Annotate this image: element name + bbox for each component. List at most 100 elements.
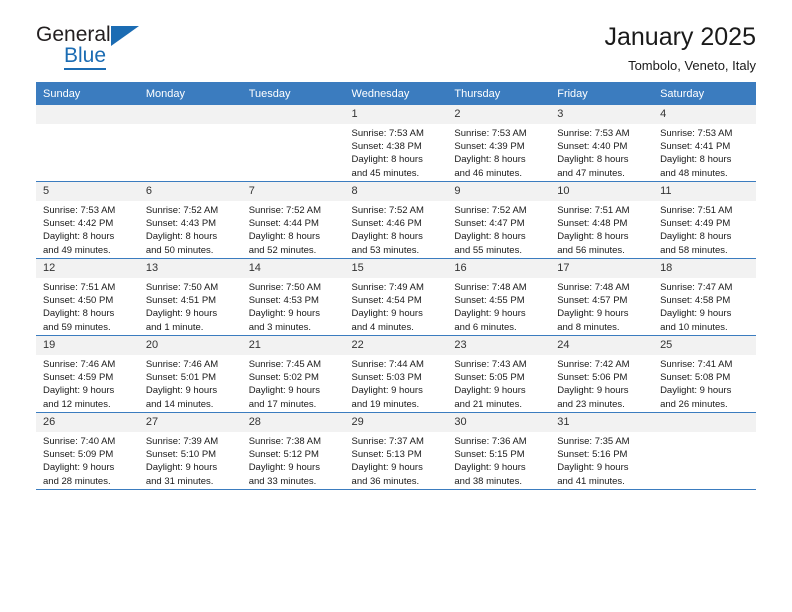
day-number: 17 xyxy=(550,259,654,278)
calendar-day-cell[interactable]: 3 Sunrise: 7:53 AM Sunset: 4:40 PM Daylight… xyxy=(550,105,654,182)
page-title: January 2025 xyxy=(604,23,756,51)
day-number: 30 xyxy=(447,413,551,432)
day-sun-info: Sunrise: 7:41 AM Sunset: 5:08 PM Daylight:… xyxy=(653,355,756,411)
calendar-day-cell[interactable]: 16 Sunrise: 7:48 AM Sunset: 4:55 PM Dayligh… xyxy=(447,258,551,336)
calendar-day-cell[interactable]: 18 Sunrise: 7:47 AM Sunset: 4:58 PM Dayligh… xyxy=(653,258,756,336)
day-sun-info: Sunrise: 7:52 AM Sunset: 4:47 PM Daylight:… xyxy=(447,201,550,257)
sunrise-time: Sunrise: 7:47 AM xyxy=(660,282,733,293)
sunset-time: Sunset: 4:46 PM xyxy=(351,218,422,230)
weekday-header-thursday: Thursday xyxy=(447,82,551,105)
calendar-day-cell[interactable]: 4 Sunrise: 7:53 AM Sunset: 4:41 PM Daylight… xyxy=(653,105,756,182)
calendar-day-cell[interactable]: 5 Sunrise: 7:53 AM Sunset: 4:42 PM Daylight… xyxy=(36,181,139,259)
calendar-day-cell[interactable]: 2 Sunrise: 7:53 AM Sunset: 4:39 PM Daylight… xyxy=(447,105,551,182)
daylight-line-1: Daylight: 9 hours xyxy=(454,462,526,474)
daylight-line-2: and 28 minutes. xyxy=(43,475,111,487)
calendar-day-cell[interactable]: 24 Sunrise: 7:42 AM Sunset: 5:06 PM Dayligh… xyxy=(550,335,654,413)
daylight-line-1: Daylight: 8 hours xyxy=(660,231,732,243)
daylight-line-2: and 49 minutes. xyxy=(43,244,111,256)
calendar-day-cell[interactable]: 30 Sunrise: 7:36 AM Sunset: 5:15 PM Dayligh… xyxy=(447,412,551,490)
calendar-day-cell[interactable]: 9 Sunrise: 7:52 AM Sunset: 4:47 PM Daylight… xyxy=(447,181,551,259)
day-sun-info: Sunrise: 7:40 AM Sunset: 5:09 PM Daylight:… xyxy=(36,432,139,488)
title-block: January 2025 Tombolo, Veneto, Italy xyxy=(604,22,756,75)
calendar-week-row: 19 Sunrise: 7:46 AM Sunset: 4:59 PM Dayligh… xyxy=(36,335,756,413)
sunrise-time: Sunrise: 7:48 AM xyxy=(557,282,630,293)
calendar-day-cell[interactable]: 31 Sunrise: 7:35 AM Sunset: 5:16 PM Dayligh… xyxy=(550,412,654,490)
calendar-day-cell[interactable]: 17 Sunrise: 7:48 AM Sunset: 4:57 PM Dayligh… xyxy=(550,258,654,336)
day-number: 1 xyxy=(344,105,448,124)
day-number: 16 xyxy=(447,259,551,278)
calendar-day-cell[interactable]: 21 Sunrise: 7:45 AM Sunset: 5:02 PM Dayligh… xyxy=(241,335,345,413)
calendar-day-cell[interactable]: 29 Sunrise: 7:37 AM Sunset: 5:13 PM Dayligh… xyxy=(344,412,448,490)
daylight-line-2: and 38 minutes. xyxy=(454,475,522,487)
calendar-day-cell[interactable]: 13 Sunrise: 7:50 AM Sunset: 4:51 PM Dayligh… xyxy=(138,258,242,336)
day-number xyxy=(36,105,139,124)
calendar-day-cell[interactable]: 6 Sunrise: 7:52 AM Sunset: 4:43 PM Daylight… xyxy=(138,181,242,259)
calendar-header-row: Sunday Monday Tuesday Wednesday Thursday… xyxy=(36,82,756,105)
calendar-day-cell[interactable]: 22 Sunrise: 7:44 AM Sunset: 5:03 PM Dayligh… xyxy=(344,335,448,413)
day-number: 7 xyxy=(241,182,345,201)
sunset-time: Sunset: 4:41 PM xyxy=(660,141,731,153)
calendar-day-cell[interactable]: 14 Sunrise: 7:50 AM Sunset: 4:53 PM Dayligh… xyxy=(241,258,345,336)
daylight-line-1: Daylight: 8 hours xyxy=(43,308,115,320)
daylight-line-1: Daylight: 9 hours xyxy=(351,308,423,320)
sunset-time: Sunset: 5:03 PM xyxy=(351,372,422,384)
sunset-time: Sunset: 4:38 PM xyxy=(351,141,422,153)
daylight-line-1: Daylight: 9 hours xyxy=(351,462,423,474)
calendar-day-cell[interactable]: 20 Sunrise: 7:46 AM Sunset: 5:01 PM Dayligh… xyxy=(138,335,242,413)
day-number: 14 xyxy=(241,259,345,278)
calendar-day-cell[interactable]: 12 Sunrise: 7:51 AM Sunset: 4:50 PM Dayligh… xyxy=(36,258,139,336)
calendar-day-cell[interactable]: 26 Sunrise: 7:40 AM Sunset: 5:09 PM Dayligh… xyxy=(36,412,139,490)
sunrise-time: Sunrise: 7:43 AM xyxy=(454,359,527,370)
daylight-line-1: Daylight: 9 hours xyxy=(557,385,629,397)
calendar-day-cell[interactable]: 23 Sunrise: 7:43 AM Sunset: 5:05 PM Dayligh… xyxy=(447,335,551,413)
calendar-day-cell[interactable]: 28 Sunrise: 7:38 AM Sunset: 5:12 PM Dayligh… xyxy=(241,412,345,490)
daylight-line-1: Daylight: 9 hours xyxy=(145,308,218,320)
calendar-day-cell[interactable]: 8 Sunrise: 7:52 AM Sunset: 4:46 PM Daylight… xyxy=(344,181,448,259)
sunset-time: Sunset: 5:05 PM xyxy=(454,372,525,384)
day-sun-info: Sunrise: 7:48 AM Sunset: 4:57 PM Daylight:… xyxy=(550,278,653,334)
day-sun-info: Sunrise: 7:43 AM Sunset: 5:05 PM Daylight:… xyxy=(447,355,550,411)
calendar-day-cell[interactable]: 19 Sunrise: 7:46 AM Sunset: 4:59 PM Dayligh… xyxy=(36,335,139,413)
day-number: 28 xyxy=(241,413,345,432)
calendar-day-cell[interactable]: 10 Sunrise: 7:51 AM Sunset: 4:48 PM Dayligh… xyxy=(550,181,654,259)
logo-text-general: General xyxy=(36,23,111,46)
day-sun-info: Sunrise: 7:35 AM Sunset: 5:16 PM Daylight:… xyxy=(550,432,653,488)
sunrise-time: Sunrise: 7:37 AM xyxy=(351,436,424,447)
day-sun-info: Sunrise: 7:52 AM Sunset: 4:44 PM Daylight:… xyxy=(242,201,345,257)
daylight-line-1: Daylight: 8 hours xyxy=(454,154,526,166)
daylight-line-1: Daylight: 9 hours xyxy=(557,308,629,320)
general-blue-logo[interactable]: General Blue xyxy=(36,24,216,72)
calendar-day-cell[interactable]: 7 Sunrise: 7:52 AM Sunset: 4:44 PM Daylight… xyxy=(241,181,345,259)
calendar-day-cell[interactable]: 11 Sunrise: 7:51 AM Sunset: 4:49 PM Dayligh… xyxy=(653,181,756,259)
sunrise-time: Sunrise: 7:50 AM xyxy=(248,282,322,293)
calendar-day-cell[interactable]: 25 Sunrise: 7:41 AM Sunset: 5:08 PM Dayligh… xyxy=(653,335,756,413)
sunrise-time: Sunrise: 7:35 AM xyxy=(557,436,630,447)
calendar-day-cell[interactable]: 27 Sunrise: 7:39 AM Sunset: 5:10 PM Dayligh… xyxy=(138,412,242,490)
daylight-line-2: and 12 minutes. xyxy=(43,398,111,410)
day-number: 10 xyxy=(550,182,654,201)
day-sun-info: Sunrise: 7:51 AM Sunset: 4:50 PM Daylight:… xyxy=(36,278,139,334)
daylight-line-1: Daylight: 9 hours xyxy=(145,462,218,474)
daylight-line-2: and 33 minutes. xyxy=(248,475,317,487)
page-subtitle: Tombolo, Veneto, Italy xyxy=(628,58,756,73)
calendar-grid: Sunday Monday Tuesday Wednesday Thursday… xyxy=(36,82,756,490)
calendar-day-cell[interactable]: 1 Sunrise: 7:53 AM Sunset: 4:38 PM Daylight… xyxy=(344,105,448,182)
day-number: 21 xyxy=(241,336,345,355)
calendar-week-row: 12 Sunrise: 7:51 AM Sunset: 4:50 PM Dayligh… xyxy=(36,258,756,336)
day-number: 20 xyxy=(138,336,242,355)
day-sun-info: Sunrise: 7:38 AM Sunset: 5:12 PM Daylight:… xyxy=(242,432,345,488)
sunrise-time: Sunrise: 7:50 AM xyxy=(145,282,219,293)
daylight-line-1: Daylight: 9 hours xyxy=(43,385,115,397)
sunset-time: Sunset: 5:02 PM xyxy=(248,372,319,384)
sunset-time: Sunset: 4:51 PM xyxy=(145,295,217,307)
daylight-line-2: and 45 minutes. xyxy=(351,167,420,179)
calendar-day-cell[interactable]: 15 Sunrise: 7:49 AM Sunset: 4:54 PM Dayligh… xyxy=(344,258,448,336)
day-sun-info: Sunrise: 7:46 AM Sunset: 4:59 PM Daylight:… xyxy=(36,355,139,411)
weekday-header-sunday: Sunday xyxy=(36,82,139,105)
weekday-header-wednesday: Wednesday xyxy=(344,82,448,105)
weekday-header-monday: Monday xyxy=(138,82,242,105)
daylight-line-2: and 41 minutes. xyxy=(557,475,625,487)
daylight-line-1: Daylight: 8 hours xyxy=(557,231,629,243)
sunrise-time: Sunrise: 7:52 AM xyxy=(145,205,219,216)
sunset-time: Sunset: 4:49 PM xyxy=(660,218,731,230)
